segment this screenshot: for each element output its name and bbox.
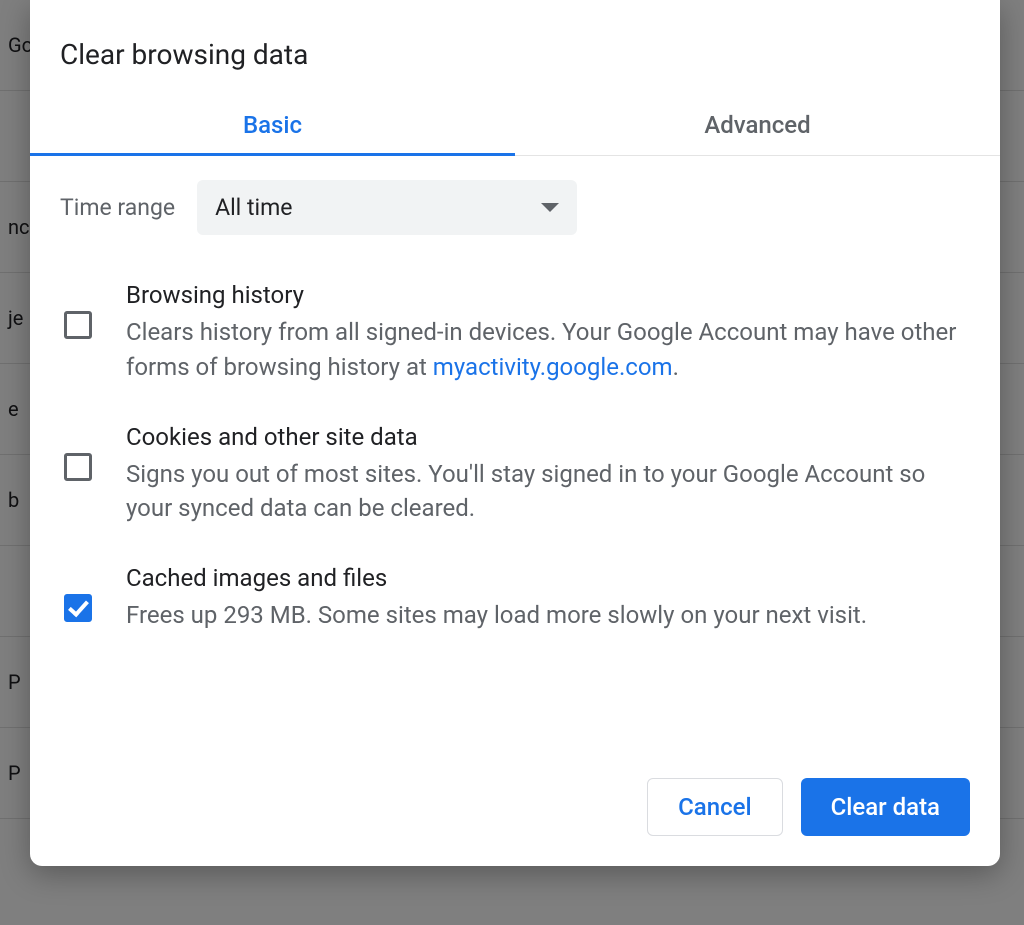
option-title: Cookies and other site data [126, 423, 970, 451]
option-text: Browsing history Clears history from all … [126, 281, 970, 385]
time-range-label: Time range [60, 194, 175, 221]
option-text: Cached images and files Frees up 293 MB. … [126, 564, 970, 633]
clear-data-button[interactable]: Clear data [801, 778, 970, 836]
clear-browsing-data-dialog: Clear browsing data BasicAdvanced Time r… [30, 0, 1000, 866]
option-description-text: Frees up 293 MB. Some sites may load mor… [126, 601, 867, 629]
cancel-button[interactable]: Cancel [647, 778, 782, 836]
option-row: Browsing history Clears history from all … [60, 281, 970, 385]
option-description-text: Signs you out of most sites. You'll stay… [126, 460, 925, 523]
option-checkbox[interactable] [64, 311, 92, 339]
option-description: Clears history from all signed-in device… [126, 315, 970, 385]
dialog-button-row: Cancel Clear data [30, 663, 1000, 866]
option-checkbox[interactable] [64, 453, 92, 481]
time-range-value: All time [215, 194, 292, 221]
dialog-title: Clear browsing data [30, 0, 1000, 99]
option-checkbox[interactable] [64, 594, 92, 622]
dialog-body: Time range All time Browsing history Clea… [30, 156, 1000, 663]
option-text: Cookies and other site data Signs you out… [126, 423, 970, 527]
option-description: Signs you out of most sites. You'll stay… [126, 457, 970, 527]
option-description-link[interactable]: myactivity.google.com [433, 353, 673, 381]
tab-advanced[interactable]: Advanced [515, 99, 1000, 155]
option-row: Cached images and files Frees up 293 MB. … [60, 564, 970, 633]
option-title: Browsing history [126, 281, 970, 309]
tab-basic[interactable]: Basic [30, 99, 515, 155]
caret-down-icon [541, 203, 559, 212]
tab-bar: BasicAdvanced [30, 99, 1000, 156]
option-row: Cookies and other site data Signs you out… [60, 423, 970, 527]
time-range-select[interactable]: All time [197, 180, 577, 235]
time-range-row: Time range All time [60, 180, 970, 235]
option-title: Cached images and files [126, 564, 970, 592]
option-description: Frees up 293 MB. Some sites may load mor… [126, 598, 970, 633]
option-description-text: . [673, 353, 679, 381]
